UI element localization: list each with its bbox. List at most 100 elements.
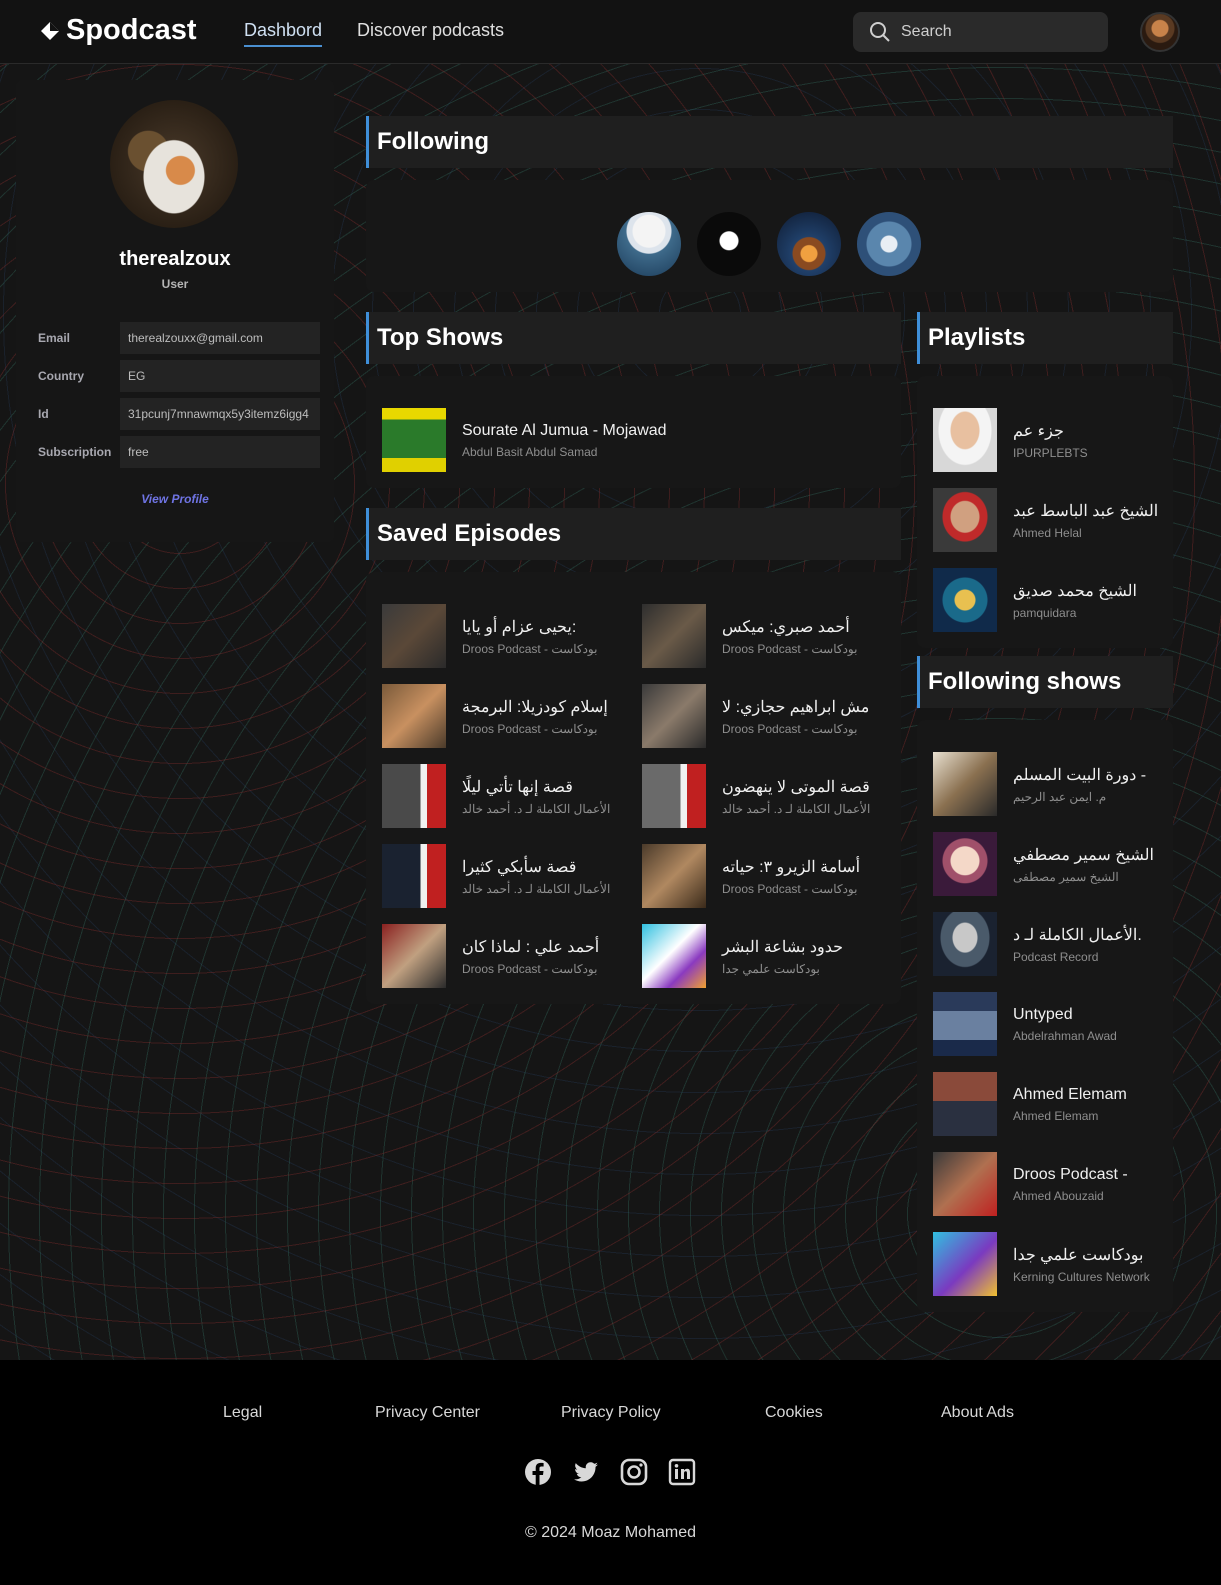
following-avatar[interactable] [697,212,761,276]
list-item[interactable]: قصة الموتى لا ينهضون الأعمال الكاملة لـ د… [642,764,870,828]
item-title: أحمد صبري: ميكس [722,618,850,636]
list-item[interactable]: الشيخ محمد صديق pamquidara [933,568,1137,632]
info-value: EG [120,360,320,392]
instagram-icon[interactable] [620,1458,648,1486]
item-title: أسامة الزيرو ٣: حياته [722,858,861,876]
profile-card: therealzoux User Email therealzouxx@gmai… [16,80,334,542]
item-title: حدود بشاعة البشر [722,938,844,956]
linkedin-icon[interactable] [668,1458,696,1486]
following-avatar[interactable] [777,212,841,276]
item-subtitle: Droos Podcast - بودكاست [462,961,598,976]
nav-dashboard[interactable]: Dashbord [244,20,323,47]
list-item[interactable]: Untyped Abdelrahman Awad [933,992,1117,1056]
show-cover [933,1072,997,1136]
list-item[interactable]: جزء عم IPURPLEBTS [933,408,1088,472]
item-title: دورة البيت المسلم - [1013,766,1147,784]
item-subtitle: الشيخ سمير مصطفى [1013,869,1119,884]
list-item[interactable]: يحيى عزام أو يايا: Droos Podcast - بودكاس… [382,604,597,668]
list-item[interactable]: Sourate Al Jumua - Mojawad Abdul Basit A… [382,408,667,472]
search-input[interactable] [901,23,1091,41]
search-box[interactable] [853,12,1108,52]
section-title-following: Following [366,116,1173,168]
item-subtitle: Droos Podcast - بودكاست [722,881,858,896]
info-row-subscription: Subscription free [38,436,322,468]
list-item[interactable]: حدود بشاعة البشر بودكاست علمي جدا [642,924,843,988]
view-profile-link[interactable]: View Profile [16,492,334,506]
show-cover [933,1232,997,1296]
list-item[interactable]: Droos Podcast - Ahmed Abouzaid [933,1152,1128,1216]
item-title: Sourate Al Jumua - Mojawad [462,421,667,439]
list-item[interactable]: أحمد صبري: ميكس Droos Podcast - بودكاست [642,604,857,668]
item-subtitle: الأعمال الكاملة لـ د. أحمد خالد [462,881,611,896]
item-subtitle: Droos Podcast - بودكاست [722,641,858,656]
item-subtitle: Droos Podcast - بودكاست [462,721,598,736]
app-name: Spodcast [66,14,197,46]
info-label: Id [38,407,49,421]
footer-link-privacy-policy[interactable]: Privacy Policy [561,1404,661,1422]
following-panel [366,180,1173,292]
episode-cover [642,764,706,828]
info-row-id: Id 31pcunj7mnawmqx5y3itemz6igg4 [38,398,322,430]
list-item[interactable]: الأعمال الكاملة لـ د. Podcast Record [933,912,1142,976]
episode-cover [382,604,446,668]
item-subtitle: بودكاست علمي جدا [722,961,820,976]
episode-cover [382,684,446,748]
item-title: قصة سأبكي كثيرا [462,858,577,876]
list-item[interactable]: أسامة الزيرو ٣: حياته Droos Podcast - بود… [642,844,860,908]
episode-cover [382,924,446,988]
list-item[interactable]: الشيخ سمير مصطفي الشيخ سمير مصطفى [933,832,1154,896]
footer-link-cookies[interactable]: Cookies [765,1404,823,1422]
list-item[interactable]: إسلام كودزيلا: البرمجة Droos Podcast - بو… [382,684,608,748]
facebook-icon[interactable] [524,1458,552,1486]
following-avatar[interactable] [857,212,921,276]
item-subtitle: pamquidara [1013,605,1077,620]
section-title-top-shows: Top Shows [366,312,901,364]
list-item[interactable]: قصة سأبكي كثيرا الأعمال الكاملة لـ د. أحم… [382,844,610,908]
app-logo[interactable]: Spodcast [40,14,197,47]
profile-username: therealzoux [119,248,231,270]
item-title: جزء عم [1013,422,1064,440]
item-subtitle: م. ايمن عبد الرحيم [1013,789,1107,804]
footer-link-about-ads[interactable]: About Ads [941,1404,1014,1422]
playlist-cover [933,568,997,632]
list-item[interactable]: دورة البيت المسلم - م. ايمن عبد الرحيم [933,752,1146,816]
nav-discover-podcasts[interactable]: Discover podcasts [357,20,504,41]
footer-link-privacy-center[interactable]: Privacy Center [375,1404,480,1422]
search-icon [870,22,890,42]
profile-avatar [110,100,238,228]
footer-link-legal[interactable]: Legal [223,1404,262,1422]
info-label: Country [38,369,84,383]
following-avatar[interactable] [617,212,681,276]
playlist-cover [933,488,997,552]
list-item[interactable]: بودكاست علمي جدا Kerning Cultures Network [933,1232,1150,1296]
item-title: إسلام كودزيلا: البرمجة [462,698,608,716]
list-item[interactable]: قصة إنها تأتي ليلًا الأعمال الكاملة لـ د.… [382,764,610,828]
list-item[interactable]: Ahmed Elemam Ahmed Elemam [933,1072,1127,1136]
item-title: مش ابراهيم حجازي: لا [722,698,870,716]
episode-cover [382,764,446,828]
info-value: therealzouxx@gmail.com [120,322,320,354]
episode-cover [642,844,706,908]
item-subtitle: Ahmed Helal [1013,525,1082,540]
section-title-saved-episodes: Saved Episodes [366,508,901,560]
item-subtitle: IPURPLEBTS [1013,445,1088,460]
info-label: Subscription [38,445,112,459]
list-item[interactable]: مش ابراهيم حجازي: لا Droos Podcast - بودك… [642,684,869,748]
logo-icon [41,21,59,40]
show-cover [382,408,446,472]
user-avatar[interactable] [1140,12,1180,52]
item-title: قصة الموتى لا ينهضون [722,778,870,796]
item-title: بودكاست علمي جدا [1013,1246,1144,1264]
profile-role: User [161,277,189,291]
episode-cover [642,684,706,748]
item-subtitle: الأعمال الكاملة لـ د. أحمد خالد [722,801,871,816]
item-subtitle: Kerning Cultures Network [1013,1269,1150,1284]
info-value: free [120,436,320,468]
item-subtitle: Podcast Record [1013,949,1099,964]
list-item[interactable]: الشيخ عبد الباسط عبد Ahmed Helal [933,488,1158,552]
info-value: 31pcunj7mnawmqx5y3itemz6igg4 [120,398,320,430]
twitter-icon[interactable] [572,1458,600,1486]
item-subtitle: Droos Podcast - بودكاست [722,721,858,736]
playlist-cover [933,408,997,472]
list-item[interactable]: أحمد علي : لماذا كان Droos Podcast - بودك… [382,924,599,988]
